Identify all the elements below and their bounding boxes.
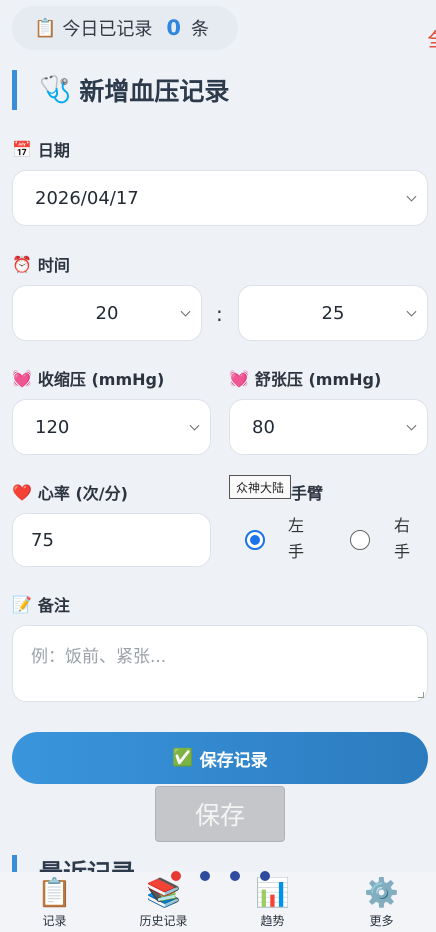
time-separator: : [216,302,223,326]
minute-value: 25 [321,302,345,324]
date-label-text: 日期 [37,141,70,160]
arm-left-radio[interactable] [245,530,265,550]
arm-label-text: 手臂 [291,484,324,503]
tab-label: 趋势 [260,914,285,928]
time-label-text: 时间 [37,256,70,275]
carousel-dot[interactable] [200,871,210,881]
minute-select[interactable]: 25 [238,285,428,341]
hour-value: 20 [95,302,119,324]
carousel-dots [0,871,436,883]
note-label-text: 备注 [37,596,70,615]
red-heart-icon: ❤️ [12,482,32,502]
systolic-label: 💓 收缩压 (mmHg) [12,366,164,390]
carousel-dot[interactable] [230,871,240,881]
note-label: 📝 备注 [12,592,70,616]
diastolic-value: 80 [252,416,275,438]
date-label: 📅 日期 [12,137,70,161]
note-placeholder: 例：饭前、紧张... [31,647,167,667]
check-icon: ✅ [172,748,194,768]
memo-icon: 📝 [12,594,32,614]
resize-handle[interactable] [418,692,424,698]
diastolic-label-text: 舒张压 (mmHg) [254,370,382,389]
hour-select[interactable]: 20 [12,285,202,341]
today-count-badge: 📋 今日已记录 0 条 [12,6,238,50]
carousel-dot[interactable] [260,871,270,881]
date-select[interactable]: 2026/04/17 [12,170,428,226]
tab-label: 更多 [369,914,394,928]
calendar-icon: 📅 [12,139,32,159]
arm-right-label[interactable]: 右手 [394,513,412,565]
arm-label: 手臂 [291,480,323,504]
heart-icon: 💓 [229,368,249,388]
today-prefix: 今日已记录 [62,19,153,40]
arm-right-radio[interactable] [350,530,370,550]
date-value: 2026/04/17 [35,187,139,209]
chevron-down-icon [406,191,417,202]
heart-rate-label-text: 心率 (次/分) [37,484,128,503]
chevron-down-icon [406,420,417,431]
edge-text: 刍 [427,24,436,53]
diastolic-select[interactable]: 80 [229,399,428,455]
heart-icon: 💓 [12,368,32,388]
heart-rate-input[interactable]: 75 [12,513,211,567]
note-textarea[interactable]: 例：饭前、紧张... [12,625,428,702]
heart-rate-value: 75 [31,529,54,551]
systolic-value: 120 [35,416,70,438]
arm-left-label[interactable]: 左手 [288,513,306,565]
systolic-label-text: 收缩压 (mmHg) [37,370,165,389]
time-label: ⏰ 时间 [12,252,70,276]
alarm-clock-icon: ⏰ [12,254,32,274]
tab-label: 历史记录 [139,914,188,928]
save-button[interactable]: 保存 [155,786,285,842]
today-suffix: 条 [191,19,210,40]
save-record-label: 保存记录 [199,750,268,771]
stethoscope-icon: 🩺 [39,75,72,105]
heart-rate-label: ❤️ 心率 (次/分) [12,480,128,504]
carousel-dot[interactable] [171,871,181,881]
page-title-text: 新增血压记录 [79,77,230,106]
diastolic-label: 💓 舒张压 (mmHg) [229,366,381,390]
tooltip: 众神大陆 [229,475,292,499]
systolic-select[interactable]: 120 [12,399,211,455]
page-title: 🩺 新增血压记录 [12,70,229,110]
chevron-down-icon [406,306,417,317]
save-record-button[interactable]: ✅ 保存记录 [12,732,428,784]
today-count: 0 [166,16,182,40]
clipboard-icon: 📋 [34,17,57,39]
chevron-down-icon [180,306,191,317]
chevron-down-icon [189,420,200,431]
tab-label: 记录 [42,914,67,928]
